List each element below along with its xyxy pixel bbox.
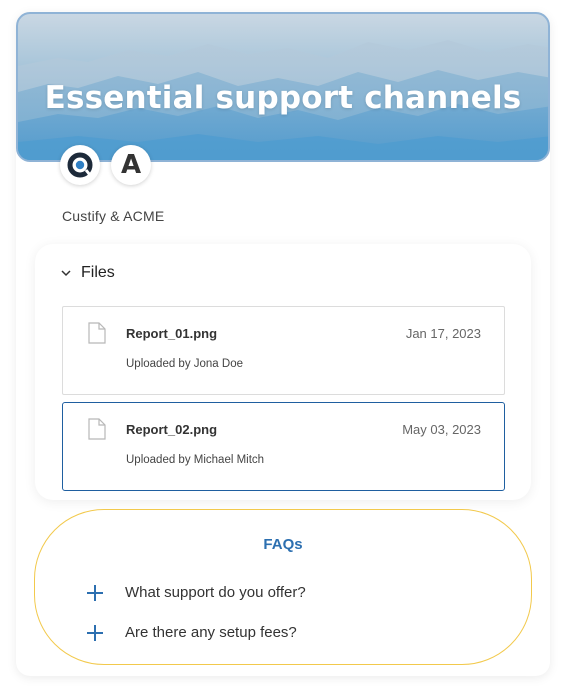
plus-icon [87, 624, 103, 641]
file-date: Jan 17, 2023 [405, 326, 481, 341]
faq-question: What support do you offer? [125, 584, 306, 601]
file-name: Report_01.png [126, 326, 218, 341]
custify-logo-icon [67, 152, 93, 178]
hero-title: Essential support channels [44, 80, 522, 116]
files-toggle[interactable]: Files [61, 264, 115, 282]
faq-item[interactable]: Are there any setup fees? [87, 624, 297, 641]
support-card: Essential support channels A Custify & A… [16, 12, 550, 676]
acme-avatar-letter: A [120, 150, 142, 180]
file-row-selected[interactable]: Report_02.png May 03, 2023 Uploaded by M… [62, 402, 505, 491]
file-uploader: Uploaded by Michael Mitch [126, 454, 265, 466]
files-header-label: Files [81, 264, 115, 281]
file-uploader: Uploaded by Jona Doe [126, 358, 243, 370]
plus-icon [87, 584, 103, 601]
faq-question: Are there any setup fees? [125, 624, 297, 641]
hero-banner: Essential support channels [16, 12, 550, 162]
file-date: May 03, 2023 [402, 422, 481, 437]
document-icon [88, 322, 106, 344]
faq-item[interactable]: What support do you offer? [87, 584, 306, 601]
companies-label: Custify & ACME [62, 208, 165, 224]
faq-panel: FAQs What support do you offer? Are ther… [34, 509, 532, 665]
custify-avatar[interactable] [60, 145, 100, 185]
faq-title: FAQs [263, 536, 303, 553]
files-panel: Files Report_01.png Jan 17, 2023 Uploade… [35, 244, 531, 500]
chevron-down-icon [61, 269, 71, 276]
file-row[interactable]: Report_01.png Jan 17, 2023 Uploaded by J… [62, 306, 505, 395]
file-name: Report_02.png [126, 422, 218, 437]
document-icon [88, 418, 106, 440]
acme-avatar[interactable]: A [111, 145, 151, 185]
